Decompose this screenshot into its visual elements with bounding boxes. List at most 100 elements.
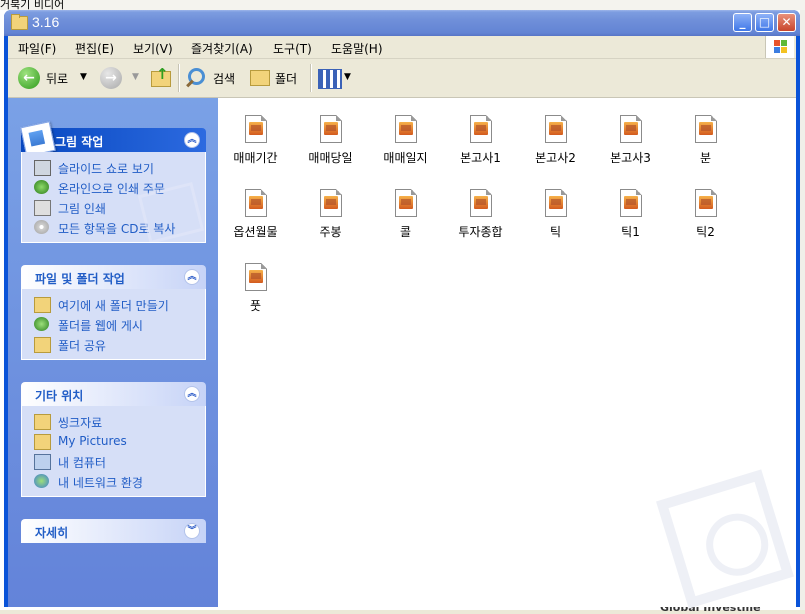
views-button[interactable]: ▼	[318, 67, 354, 89]
image-file-icon	[695, 189, 717, 217]
menu-help[interactable]: 도움말(H)	[331, 40, 383, 57]
minimize-button[interactable]: _	[733, 13, 752, 32]
up-folder-button[interactable]: ↑	[150, 65, 172, 89]
expand-chevron-icon[interactable]: ︾	[184, 523, 200, 539]
back-dropdown-icon[interactable]: ▼	[80, 72, 87, 82]
file-name: 매매당일	[308, 151, 353, 165]
close-button[interactable]: ✕	[777, 13, 796, 32]
task-slideshow[interactable]: 슬라이드 쇼로 보기	[22, 158, 205, 178]
panel-title: 기타 위치	[35, 389, 84, 403]
menu-file[interactable]: 파일(F)	[18, 40, 56, 57]
back-arrow-icon: ←	[18, 67, 40, 89]
file-name: 틱2	[696, 225, 715, 239]
file-item[interactable]: 매매당일	[293, 110, 368, 170]
task-share-folder[interactable]: 폴더 공유	[22, 335, 205, 355]
file-item[interactable]: 틱	[518, 184, 593, 244]
panel-header[interactable]: 자세히 ︾	[21, 519, 206, 543]
menu-tools[interactable]: 도구(T)	[273, 40, 312, 57]
folder-icon	[34, 414, 51, 430]
online-print-icon	[34, 180, 49, 194]
panel-body: 씽크자료 My Pictures 내 컴퓨터 내 네트워크 환경	[21, 406, 206, 497]
place-label: 씽크자료	[58, 416, 103, 430]
folders-button[interactable]: 폴더	[248, 67, 303, 89]
folder-title-icon	[11, 14, 28, 30]
panel-header[interactable]: 기타 위치 ︽	[21, 382, 206, 406]
file-item[interactable]: 풋	[218, 258, 293, 318]
menu-favorites[interactable]: 즐겨찾기(A)	[191, 40, 253, 57]
image-file-icon	[245, 263, 267, 291]
place-think-data[interactable]: 씽크자료	[22, 412, 205, 432]
file-item[interactable]: 본고사2	[518, 110, 593, 170]
share-folder-icon	[34, 337, 51, 353]
file-name: 투자종합	[458, 225, 503, 239]
task-label: 그림 인쇄	[58, 202, 106, 216]
task-label: 여기에 새 폴더 만들기	[58, 299, 169, 313]
search-label: 검색	[213, 72, 236, 86]
task-new-folder[interactable]: 여기에 새 폴더 만들기	[22, 295, 205, 315]
file-name: 옵션월물	[233, 225, 278, 239]
panel-title: 파일 및 폴더 작업	[35, 272, 125, 286]
maximize-button[interactable]: □	[755, 13, 774, 32]
panel-header[interactable]: 그림 작업 ︽	[20, 121, 206, 157]
file-name: 본고사3	[610, 151, 651, 165]
file-item[interactable]: 본고사3	[593, 110, 668, 170]
forward-button[interactable]: → ▼	[100, 67, 140, 89]
collapse-chevron-icon[interactable]: ︽	[184, 132, 200, 148]
image-file-icon	[695, 115, 717, 143]
title-bar[interactable]: 3.16 _ □ ✕	[4, 10, 800, 36]
task-pane: 그림 작업 ︽ 슬라이드 쇼로 보기 온라인으로 인쇄 주문 그림 인쇄 모든 …	[8, 98, 218, 607]
back-button[interactable]: ← 뒤로 ▼	[18, 67, 88, 89]
file-name: 본고사1	[460, 151, 501, 165]
folders-icon	[250, 70, 270, 86]
collapse-chevron-icon[interactable]: ︽	[184, 386, 200, 402]
back-label: 뒤로	[46, 72, 69, 86]
panel-body: 슬라이드 쇼로 보기 온라인으로 인쇄 주문 그림 인쇄 모든 항목을 CD로 …	[21, 152, 206, 243]
panel-header[interactable]: 파일 및 폴더 작업 ︽	[21, 265, 206, 289]
image-file-icon	[620, 189, 642, 217]
panel-title: 그림 작업	[55, 135, 104, 149]
windows-logo-icon	[765, 36, 794, 58]
task-label: 폴더를 웹에 게시	[58, 319, 143, 333]
computer-icon	[34, 454, 51, 470]
file-item[interactable]: 본고사1	[443, 110, 518, 170]
task-label: 폴더 공유	[58, 339, 106, 353]
image-file-icon	[470, 189, 492, 217]
file-item[interactable]: 매매기간	[218, 110, 293, 170]
file-item[interactable]: 틱2	[668, 184, 743, 244]
toolbar-divider	[178, 64, 180, 92]
menu-edit[interactable]: 편집(E)	[75, 40, 114, 57]
panel-title: 자세히	[35, 526, 69, 540]
panel-body: 여기에 새 폴더 만들기 폴더를 웹에 게시 폴더 공유	[21, 289, 206, 360]
file-item[interactable]: 분	[668, 110, 743, 170]
up-arrow-icon: ↑	[156, 65, 169, 83]
image-file-icon	[545, 115, 567, 143]
file-item[interactable]: 주봉	[293, 184, 368, 244]
place-my-computer[interactable]: 내 컴퓨터	[22, 452, 205, 472]
new-folder-icon	[34, 297, 51, 313]
place-my-pictures[interactable]: My Pictures	[22, 432, 205, 452]
views-dropdown-icon[interactable]: ▼	[344, 72, 351, 82]
image-file-icon	[395, 189, 417, 217]
search-button[interactable]: 검색	[186, 67, 238, 89]
place-my-network[interactable]: 내 네트워크 환경	[22, 472, 205, 492]
explorer-window: 3.16 _ □ ✕ 파일(F) 편집(E) 보기(V) 즐겨찾기(A) 도구(…	[4, 10, 800, 609]
image-file-icon	[245, 115, 267, 143]
collapse-chevron-icon[interactable]: ︽	[184, 269, 200, 285]
file-item[interactable]: 매매일지	[368, 110, 443, 170]
file-name: 풋	[249, 299, 262, 313]
file-item[interactable]: 투자종합	[443, 184, 518, 244]
image-file-icon	[620, 115, 642, 143]
panel-details: 자세히 ︾	[21, 519, 206, 543]
toolbar-divider	[310, 64, 312, 92]
file-name: 콜	[399, 225, 412, 239]
forward-dropdown-icon[interactable]: ▼	[132, 72, 139, 82]
file-item[interactable]: 콜	[368, 184, 443, 244]
file-item[interactable]: 틱1	[593, 184, 668, 244]
image-file-icon	[320, 189, 342, 217]
image-file-icon	[245, 189, 267, 217]
printer-icon	[34, 200, 51, 216]
file-item[interactable]: 옵션월물	[218, 184, 293, 244]
menu-view[interactable]: 보기(V)	[133, 40, 173, 57]
task-publish-web[interactable]: 폴더를 웹에 게시	[22, 315, 205, 335]
cd-copy-icon	[34, 220, 49, 234]
